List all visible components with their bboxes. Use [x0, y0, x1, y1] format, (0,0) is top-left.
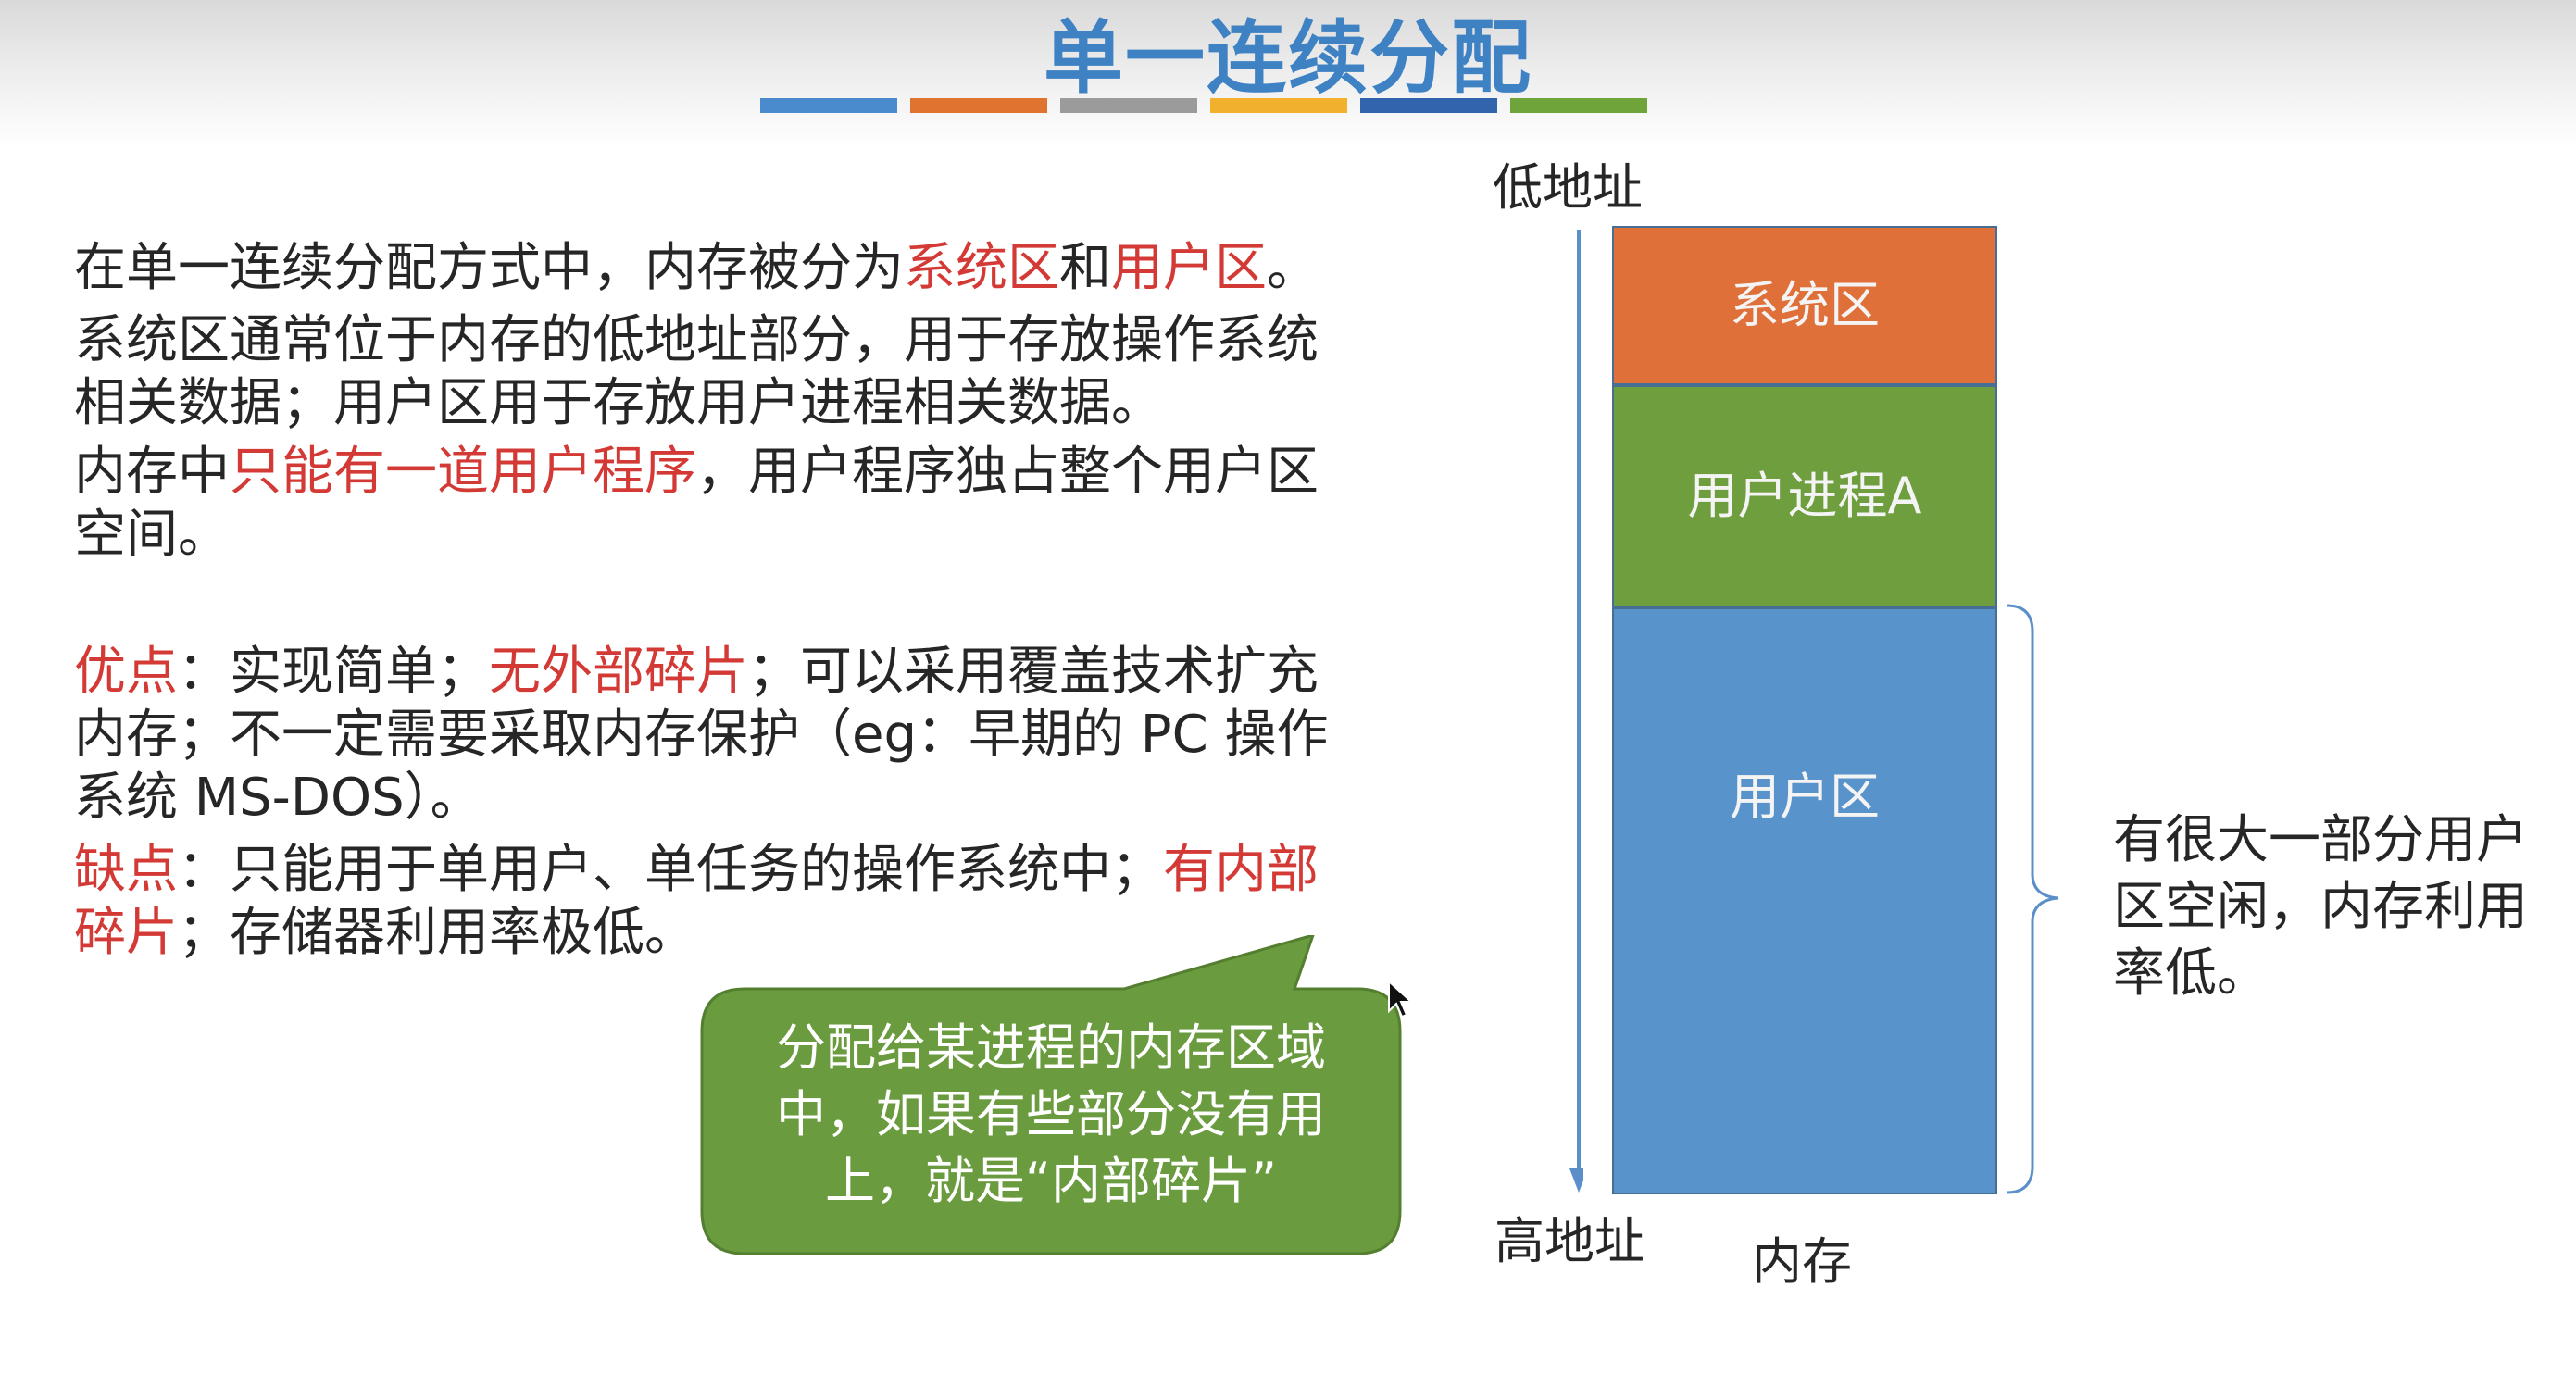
accent-bar-3 — [1060, 98, 1197, 113]
accent-bar-1 — [760, 98, 897, 113]
single-program-line-1: 内存中只能有一道用户程序，用户程序独占整个用户区 — [74, 437, 1319, 507]
callout-line-3: 上，就是“内部碎片” — [825, 1152, 1277, 1210]
system-area-term: 系统区 — [904, 238, 1059, 298]
accent-bar-4 — [1210, 98, 1347, 113]
internal-fragment-term-a: 有内部 — [1163, 840, 1319, 900]
advantages-line-2: 内存；不一定需要采取内存保护（eg：早期的 PC 操作 — [74, 705, 1329, 765]
accent-bar-6 — [1510, 98, 1647, 113]
intro-and: 和 — [1059, 238, 1111, 298]
callout-text: 分配给某进程的内存区域 中，如果有些部分没有用 上，就是“内部碎片” — [722, 1015, 1380, 1215]
advantages-label: 优点 — [74, 642, 178, 702]
free-space-note-line-2: 区空闲，内存利用 — [2113, 877, 2528, 937]
intro-text: 在单一连续分配方式中，内存被分为 — [74, 238, 904, 298]
disadvantages-label: 缺点 — [74, 840, 178, 900]
advantages-line-3: 系统 MS-DOS）。 — [74, 768, 482, 828]
accent-bar-5 — [1360, 98, 1497, 113]
free-space-note: 有很大一部分用户 区空闲，内存利用 率低。 — [2113, 807, 2528, 1007]
internal-fragment-term-b: 碎片 — [74, 903, 178, 963]
accent-bar-2 — [910, 98, 1047, 113]
user-area-term: 用户区 — [1111, 238, 1267, 298]
disadvantages-line-2: 碎片；存储器利用率极低。 — [74, 898, 696, 968]
no-external-fragment-term: 无外部碎片 — [489, 642, 748, 702]
advantages-line-1: 优点：实现简单；无外部碎片；可以采用覆盖技术扩充 — [74, 637, 1319, 707]
title-color-bars — [760, 98, 1647, 113]
disadvantages-text-b: ；存储器利用率极低。 — [178, 903, 696, 963]
disadvantages-text-a: ：只能用于单用户、单任务的操作系统中； — [178, 840, 1163, 900]
slide-title: 单一连续分配 — [1044, 12, 1532, 105]
high-address-label: 高地址 — [1494, 1212, 1644, 1270]
single-program-term: 只能有一道用户程序 — [230, 442, 696, 502]
callout-line-1: 分配给某进程的内存区域 — [776, 1018, 1326, 1077]
user-process-a-block: 用户进程A — [1612, 385, 1997, 607]
system-area-line-1: 系统区通常位于内存的低地址部分，用于存放操作系统 — [74, 310, 1319, 370]
low-address-label: 低地址 — [1493, 158, 1643, 217]
advantages-text-c: ；可以采用覆盖技术扩充 — [748, 642, 1319, 702]
free-space-note-line-1: 有很大一部分用户 — [2113, 810, 2528, 870]
system-area-line-2: 相关数据；用户区用于存放用户进程相关数据。 — [74, 373, 1163, 433]
disadvantages-line-1: 缺点：只能用于单用户、单任务的操作系统中；有内部 — [74, 835, 1319, 906]
single-program-prefix: 内存中 — [74, 442, 230, 502]
system-area-block: 系统区 — [1612, 226, 1997, 385]
advantages-text-a: ：实现简单； — [178, 642, 489, 702]
intro-paragraph: 在单一连续分配方式中，内存被分为系统区和用户区。 — [74, 233, 1319, 304]
intro-period: 。 — [1267, 238, 1319, 298]
callout-line-2: 中，如果有些部分没有用 — [776, 1085, 1326, 1143]
free-space-note-line-3: 率低。 — [2113, 943, 2269, 1004]
memory-caption: 内存 — [1752, 1232, 1852, 1291]
title-band: 单一连续分配 — [0, 0, 2576, 148]
single-program-line-2: 空间。 — [74, 505, 230, 565]
system-area-label: 系统区 — [1730, 276, 1880, 334]
user-area-block: 用户区 — [1612, 607, 1997, 1194]
user-area-label: 用户区 — [1730, 768, 1880, 826]
mouse-cursor-icon — [1388, 980, 1414, 1018]
user-process-a-label: 用户进程A — [1687, 467, 1922, 525]
free-space-brace — [2006, 604, 2059, 1194]
single-program-suffix: ，用户程序独占整个用户区 — [696, 442, 1319, 502]
address-direction-arrow — [1569, 230, 1583, 1193]
